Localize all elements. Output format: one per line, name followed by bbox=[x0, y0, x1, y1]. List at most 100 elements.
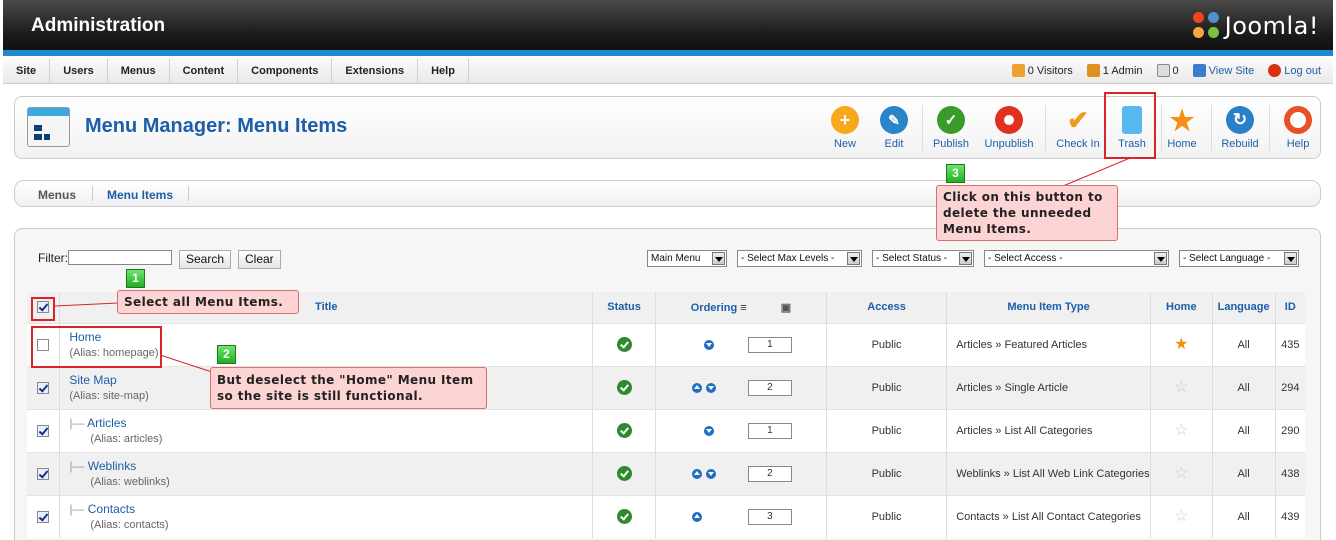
filter-label: Filter: bbox=[38, 251, 68, 265]
admin-icon bbox=[1086, 64, 1100, 77]
access-header[interactable]: Access bbox=[826, 292, 948, 323]
menu-items-table: Title Status Ordering ≡ ▣ Access Menu Ite… bbox=[27, 292, 1305, 538]
select-all-highlight-box bbox=[31, 297, 55, 321]
move-up-icon[interactable] bbox=[691, 511, 702, 522]
star-icon: ★ bbox=[1169, 104, 1195, 136]
messages-status[interactable]: 0 bbox=[1156, 64, 1179, 77]
published-icon[interactable] bbox=[616, 509, 632, 525]
home-header[interactable]: Home bbox=[1150, 292, 1213, 323]
table-row: |— Contacts (Alias: contacts) 3 Public Co… bbox=[27, 494, 1305, 538]
step-1-badge: 1 bbox=[126, 269, 145, 288]
id-cell: 290 bbox=[1275, 408, 1305, 452]
menu-help[interactable]: Help bbox=[418, 59, 469, 83]
language-header[interactable]: Language bbox=[1212, 292, 1276, 323]
move-up-icon[interactable] bbox=[691, 382, 702, 393]
move-down-icon[interactable] bbox=[705, 382, 716, 393]
monitor-icon bbox=[1192, 64, 1206, 77]
item-alias: (Alias: weblinks) bbox=[90, 476, 170, 488]
access-cell: Public bbox=[826, 451, 948, 495]
new-button[interactable]: + New bbox=[822, 102, 868, 154]
row-checkbox[interactable] bbox=[37, 467, 50, 480]
row-checkbox[interactable] bbox=[37, 424, 50, 437]
default-home-star-icon[interactable]: ★ bbox=[1174, 336, 1188, 353]
home-star-icon[interactable]: ☆ bbox=[1174, 465, 1188, 482]
row-checkbox[interactable] bbox=[37, 381, 50, 394]
checkin-button[interactable]: ✔ Check In bbox=[1053, 102, 1103, 154]
publish-button[interactable]: ✓ Publish bbox=[928, 102, 974, 154]
joomla-wordmark: Joomla! bbox=[1224, 12, 1319, 40]
language-cell: All bbox=[1212, 322, 1276, 366]
order-input[interactable]: 2 bbox=[747, 379, 792, 396]
item-title-link[interactable]: |— Weblinks bbox=[69, 459, 592, 473]
unpublish-button[interactable]: Unpublish bbox=[981, 102, 1037, 154]
filter-search-input[interactable] bbox=[68, 250, 172, 265]
sort-icon: ≡ bbox=[740, 301, 747, 314]
home-button[interactable]: ★ Home bbox=[1159, 102, 1205, 154]
menu-select[interactable]: Main Menu bbox=[647, 250, 727, 267]
rebuild-button[interactable]: ↻ Rebuild bbox=[1216, 102, 1264, 154]
menu-menus[interactable]: Menus bbox=[108, 59, 170, 83]
save-order-icon[interactable]: ▣ bbox=[781, 302, 791, 314]
access-select[interactable]: - Select Access - bbox=[984, 250, 1169, 267]
table-row: |— Weblinks (Alias: weblinks) 2 Public We… bbox=[27, 451, 1305, 495]
home-star-icon[interactable]: ☆ bbox=[1174, 508, 1188, 525]
edit-button[interactable]: ✎ Edit bbox=[871, 102, 917, 154]
help-button[interactable]: Help bbox=[1275, 102, 1321, 154]
item-title-link[interactable]: |— Contacts bbox=[69, 502, 592, 516]
access-cell: Public bbox=[826, 365, 948, 409]
status-area: 0 Visitors 1 Admin 0 View Site Log out bbox=[1011, 64, 1321, 77]
id-cell: 438 bbox=[1275, 451, 1305, 495]
dropdown-arrow-icon bbox=[959, 252, 972, 265]
logout-link[interactable]: Log out bbox=[1268, 64, 1321, 77]
item-title-link[interactable]: |— Articles bbox=[69, 416, 592, 430]
language-cell: All bbox=[1212, 494, 1276, 538]
menu-components[interactable]: Components bbox=[238, 59, 333, 83]
joomla-mark-icon bbox=[1192, 12, 1221, 40]
move-up-icon[interactable] bbox=[691, 468, 702, 479]
status-select[interactable]: - Select Status - bbox=[872, 250, 974, 267]
published-icon[interactable] bbox=[616, 423, 632, 438]
order-input[interactable]: 1 bbox=[747, 422, 792, 439]
status-header[interactable]: Status bbox=[592, 292, 656, 323]
row-checkbox[interactable] bbox=[37, 510, 50, 523]
published-icon[interactable] bbox=[616, 380, 632, 395]
id-header[interactable]: ID bbox=[1275, 292, 1305, 323]
tree-indent-icon: |— bbox=[69, 416, 88, 430]
id-cell: 439 bbox=[1275, 494, 1305, 538]
submenu-bar: Menus Menu Items bbox=[14, 180, 1321, 207]
id-cell: 294 bbox=[1275, 365, 1305, 409]
language-select[interactable]: - Select Language - bbox=[1179, 250, 1299, 267]
clear-button[interactable]: Clear bbox=[238, 250, 281, 269]
order-input[interactable]: 1 bbox=[747, 336, 792, 353]
ordering-header[interactable]: Ordering ≡ ▣ bbox=[655, 292, 827, 323]
menu-extensions[interactable]: Extensions bbox=[332, 59, 419, 83]
move-down-icon[interactable] bbox=[703, 425, 714, 436]
order-input[interactable]: 2 bbox=[747, 465, 792, 482]
plus-icon: + bbox=[831, 106, 859, 134]
submenu-menus[interactable]: Menus bbox=[38, 188, 76, 202]
type-header[interactable]: Menu Item Type bbox=[946, 292, 1151, 323]
move-down-icon[interactable] bbox=[703, 339, 714, 350]
view-site-link[interactable]: View Site bbox=[1192, 64, 1254, 77]
type-cell: Articles » List All Categories bbox=[946, 408, 1151, 452]
published-icon[interactable] bbox=[616, 466, 632, 481]
callout-trash: Click on this button to delete the unnee… bbox=[936, 185, 1118, 241]
order-input[interactable]: 3 bbox=[747, 508, 792, 525]
checkmark-icon: ✔ bbox=[1067, 104, 1089, 135]
home-star-icon[interactable]: ☆ bbox=[1174, 422, 1188, 439]
menu-site[interactable]: Site bbox=[3, 59, 51, 83]
dropdown-arrow-icon bbox=[1284, 252, 1297, 265]
tree-indent-icon: |— bbox=[69, 459, 88, 473]
home-star-icon[interactable]: ☆ bbox=[1174, 379, 1188, 396]
published-icon[interactable] bbox=[616, 337, 632, 352]
callout-deselect-home: But deselect the "Home" Menu Item so the… bbox=[210, 367, 487, 409]
app-window: Administration Joomla! Site Users Menus … bbox=[0, 0, 1336, 540]
move-down-icon[interactable] bbox=[705, 468, 716, 479]
check-circle-icon: ✓ bbox=[937, 106, 965, 134]
max-levels-select[interactable]: - Select Max Levels - bbox=[737, 250, 862, 267]
item-alias: (Alias: contacts) bbox=[90, 519, 169, 532]
menu-users[interactable]: Users bbox=[50, 59, 108, 83]
submenu-menu-items[interactable]: Menu Items bbox=[107, 188, 173, 202]
menu-content[interactable]: Content bbox=[170, 59, 239, 83]
search-button[interactable]: Search bbox=[179, 250, 232, 269]
